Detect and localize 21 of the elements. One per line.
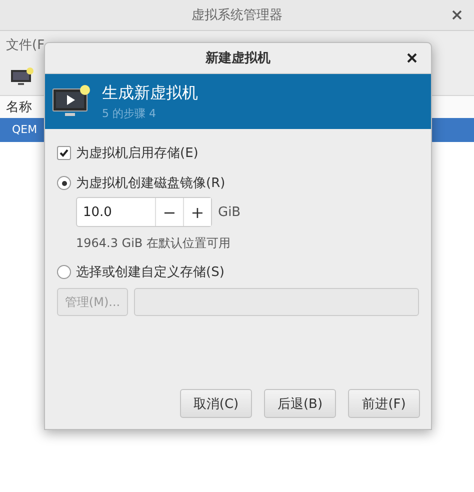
- dialog-title: 新建虚拟机: [206, 50, 270, 67]
- path-field[interactable]: [134, 288, 419, 316]
- close-icon[interactable]: [452, 10, 462, 20]
- close-icon[interactable]: [407, 53, 417, 63]
- menu-item[interactable]: 文件(F: [6, 36, 45, 54]
- banner-subtitle: 5 的步骤 4: [102, 106, 157, 120]
- dialog-button[interactable]: 取消(C): [180, 389, 252, 418]
- radio-button[interactable]: [57, 265, 71, 279]
- checkbox[interactable]: [57, 146, 71, 160]
- unit-label: GiB: [218, 204, 241, 220]
- window-title: 虚拟系统管理器: [192, 7, 282, 24]
- monitor-icon[interactable]: [10, 67, 34, 87]
- banner-title: 生成新虚拟机: [102, 82, 198, 104]
- free-space-note: 1964.3 GiB 在默认位置可用: [76, 235, 232, 252]
- column-header[interactable]: 名称: [6, 98, 32, 116]
- radio-label: 选择或创建自定义存储(S): [76, 264, 224, 281]
- radio-label: 为虚拟机创建磁盘镜像(R): [76, 175, 226, 192]
- radio-button[interactable]: [57, 176, 71, 190]
- dialog-button[interactable]: 后退(B): [264, 389, 336, 418]
- checkbox-label: 为虚拟机启用存储(E): [76, 145, 198, 162]
- dialog-button[interactable]: 前进(F): [348, 389, 420, 418]
